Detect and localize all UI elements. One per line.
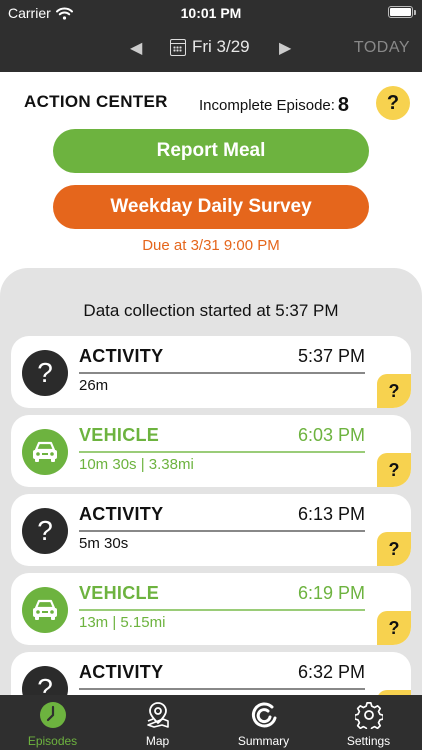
collection-start-text: Data collection started at 5:37 PM <box>83 301 339 320</box>
episode-time: 6:03 PM <box>297 425 365 445</box>
survey-due-text: Due at 3/31 9:00 PM <box>142 237 280 254</box>
report-meal-button[interactable]: Report Meal <box>53 129 369 173</box>
divider <box>79 530 365 532</box>
help-button[interactable]: ? <box>376 86 410 120</box>
question-icon: ? <box>22 666 68 698</box>
episode-card[interactable]: VEHICLE 6:03 PM 10m 30s | 3.38mi ? <box>11 415 411 487</box>
episode-type: ACTIVITY <box>79 346 164 366</box>
status-time: 10:01 PM <box>180 5 242 21</box>
episode-type: VEHICLE <box>79 583 160 603</box>
tab-label: Settings <box>346 734 391 748</box>
current-date: Fri 3/29 <box>192 37 250 56</box>
episodes-panel[interactable]: Data collection started at 5:37 PM ? ACT… <box>0 268 422 698</box>
summary-icon <box>251 702 276 728</box>
episode-detail: 5m 30s <box>79 535 129 552</box>
tab-episodes[interactable]: Episodes <box>0 695 105 750</box>
divider <box>79 609 365 611</box>
unlabeled-flag[interactable]: ? <box>377 374 411 408</box>
episode-card[interactable]: VEHICLE 6:19 PM 13m | 5.15mi ? <box>11 573 411 645</box>
status-bar: Carrier 10:01 PM <box>0 0 422 26</box>
episode-time: 6:13 PM <box>297 504 365 524</box>
divider <box>79 451 365 453</box>
gear-icon <box>354 702 383 729</box>
episode-card[interactable]: ? ACTIVITY 6:32 PM ? <box>11 652 411 698</box>
next-day-button[interactable]: ▶ <box>279 38 291 58</box>
episode-card[interactable]: ? ACTIVITY 6:13 PM 5m 30s ? <box>11 494 411 566</box>
divider <box>79 372 365 374</box>
previous-day-button[interactable]: ◀ <box>130 38 142 58</box>
tab-label: Map <box>145 734 170 748</box>
date-display[interactable]: Fri 3/29 <box>170 37 250 57</box>
episode-type: ACTIVITY <box>79 504 164 524</box>
unlabeled-flag[interactable]: ? <box>377 453 411 487</box>
date-navigator: ◀ Fri 3/29 ▶ TODAY <box>0 30 422 66</box>
episode-card[interactable]: ? ACTIVITY 5:37 PM 26m ? <box>11 336 411 408</box>
episode-type: VEHICLE <box>79 425 160 445</box>
incomplete-episodes: Incomplete Episode: 8 <box>199 93 349 116</box>
top-bar: Carrier 10:01 PM ◀ Fri 3/29 ▶ TODAY <box>0 0 422 72</box>
today-button[interactable]: TODAY <box>354 39 410 57</box>
episode-time: 6:19 PM <box>297 583 365 603</box>
action-center-title: ACTION CENTER <box>24 92 168 111</box>
tab-label: Episodes <box>27 734 78 748</box>
episode-detail: 13m | 5.15mi <box>79 614 166 631</box>
question-icon: ? <box>22 350 68 396</box>
unlabeled-flag[interactable]: ? <box>377 611 411 645</box>
tab-label: Summary <box>237 734 290 748</box>
tab-summary[interactable]: Summary <box>211 695 316 750</box>
daily-survey-button[interactable]: Weekday Daily Survey <box>53 185 369 229</box>
car-icon <box>22 429 68 475</box>
incomplete-label: Incomplete Episode: <box>199 97 335 114</box>
clock-icon <box>39 702 66 728</box>
episode-detail: 26m <box>79 377 109 394</box>
episode-time: 5:37 PM <box>297 346 365 366</box>
calendar-icon <box>170 38 186 56</box>
map-pin-icon <box>146 702 169 728</box>
episode-detail: 10m 30s | 3.38mi <box>79 456 194 473</box>
question-icon: ? <box>22 508 68 554</box>
incomplete-count: 8 <box>337 94 350 116</box>
episode-time: 6:32 PM <box>297 662 365 682</box>
divider <box>79 688 365 690</box>
tab-settings[interactable]: Settings <box>316 695 421 750</box>
action-center-header: ACTION CENTER Incomplete Episode: 8 ? <box>0 86 422 120</box>
episode-type: ACTIVITY <box>79 662 164 682</box>
tab-bar: Episodes Map Summary Settings <box>0 695 422 750</box>
battery-icon <box>388 6 416 18</box>
car-icon <box>22 587 68 633</box>
unlabeled-flag[interactable]: ? <box>377 532 411 566</box>
tab-map[interactable]: Map <box>105 695 210 750</box>
